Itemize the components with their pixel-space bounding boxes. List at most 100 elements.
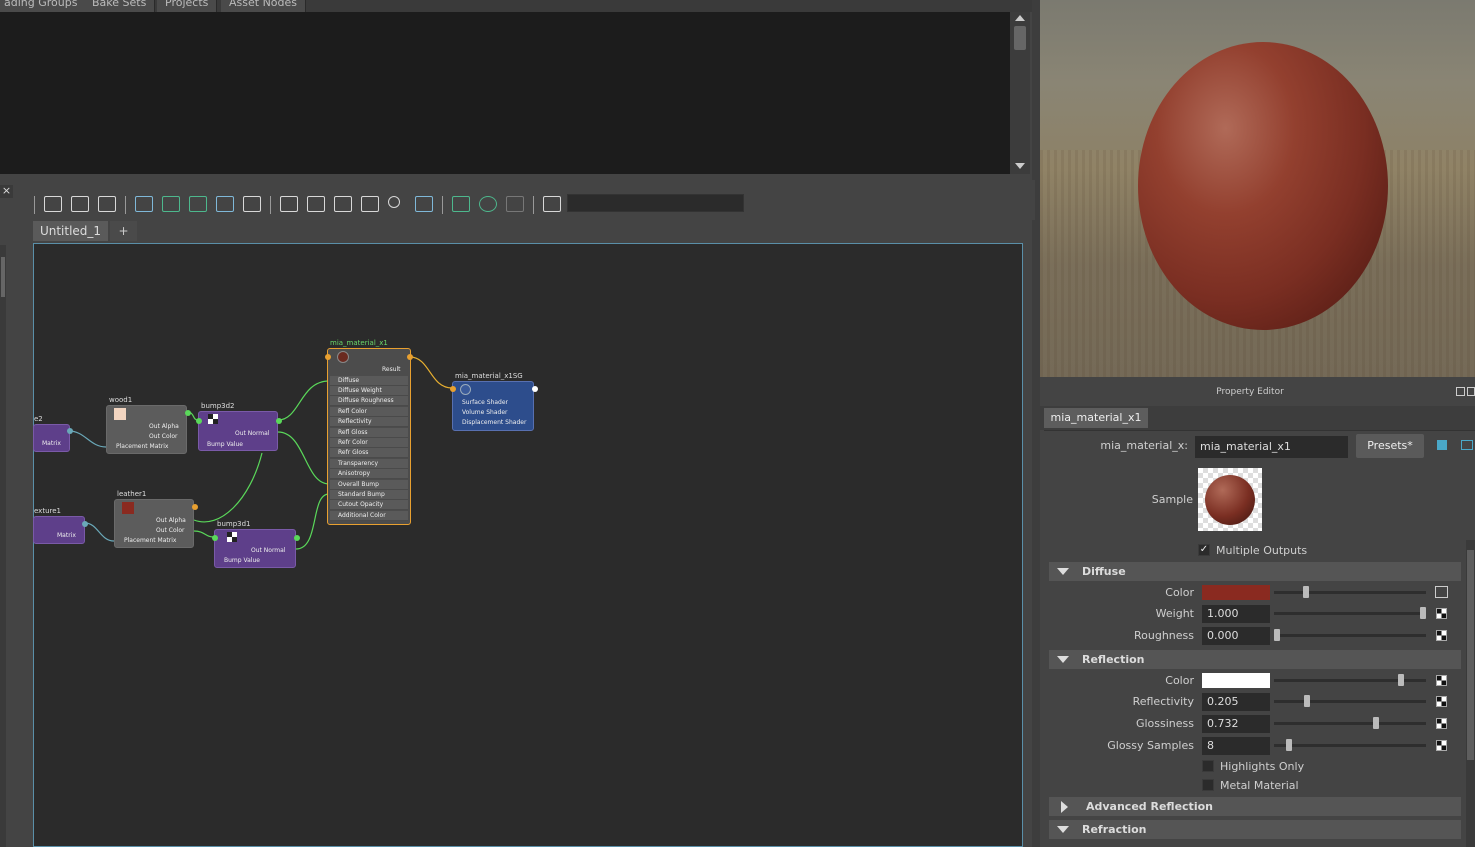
wood-swatch	[114, 408, 126, 420]
input-port[interactable]	[325, 354, 331, 360]
multiple-outputs-checkbox[interactable]: ✓	[1198, 544, 1210, 556]
custom-mode-icon[interactable]	[361, 196, 379, 212]
mia-material-node[interactable]: mia_material_x1 Result Diffuse Diffuse W…	[325, 339, 413, 525]
slider-knob[interactable]	[1274, 629, 1280, 641]
swatch-toggle-icon[interactable]	[415, 196, 433, 212]
grid-icon[interactable]	[452, 196, 470, 212]
material-swatch	[337, 351, 349, 363]
diffuse-weight-slider[interactable]	[1274, 612, 1426, 615]
output-port[interactable]	[82, 521, 88, 527]
input-connections-icon[interactable]	[44, 196, 62, 212]
presets-button[interactable]: Presets*	[1356, 434, 1424, 458]
tab-shading-groups[interactable]: ading Groups	[0, 0, 87, 12]
scroll-down-icon[interactable]	[1015, 163, 1025, 169]
tab-mia-material-x1[interactable]: mia_material_x1	[1044, 408, 1148, 428]
map-texture-icon[interactable]	[1436, 630, 1447, 641]
reflectivity-slider[interactable]	[1274, 700, 1426, 703]
tab-untitled-1[interactable]: Untitled_1	[33, 221, 108, 241]
property-editor-scrollbar[interactable]	[1466, 540, 1475, 847]
glossy-samples-slider[interactable]	[1274, 744, 1426, 747]
float-panel-icon[interactable]	[1456, 387, 1465, 396]
wood1-node[interactable]: wood1 Out Alpha Out Color Placement Matr…	[106, 396, 191, 454]
scroll-thumb[interactable]	[1014, 26, 1026, 50]
input-port[interactable]	[450, 386, 456, 392]
input-port[interactable]	[196, 418, 202, 424]
scroll-thumb[interactable]	[1467, 550, 1474, 760]
section-advanced-reflection[interactable]: Advanced Reflection	[1049, 797, 1461, 816]
toolbar-divider	[533, 196, 534, 214]
left-scrollbar[interactable]	[0, 245, 6, 847]
input-port[interactable]	[212, 535, 218, 541]
diffuse-roughness-slider[interactable]	[1274, 634, 1426, 637]
focus-output-icon[interactable]	[1461, 440, 1473, 450]
section-refraction[interactable]: Refraction	[1049, 820, 1461, 839]
output-port[interactable]	[532, 386, 538, 392]
search-icon[interactable]	[388, 196, 400, 208]
slider-knob[interactable]	[1303, 695, 1310, 707]
map-texture-icon[interactable]	[1436, 696, 1447, 707]
node-search-field[interactable]	[567, 194, 744, 212]
panel-options-icon[interactable]	[1467, 387, 1475, 396]
scroll-up-icon[interactable]	[1015, 15, 1025, 21]
bump3d1-node[interactable]: bump3d1 Out Normal Bump Value	[212, 520, 300, 568]
place2d-texture-node-a[interactable]: e2 Matrix	[33, 415, 73, 452]
section-diffuse[interactable]: Diffuse	[1049, 562, 1461, 581]
section-reflection[interactable]: Reflection	[1049, 650, 1461, 669]
input-output-connections-icon[interactable]	[71, 196, 89, 212]
tab-asset-nodes[interactable]: Asset Nodes	[221, 0, 307, 12]
glossy-samples-field[interactable]: 8	[1202, 737, 1270, 755]
camera-icon[interactable]	[506, 196, 524, 212]
node-name-field[interactable]: mia_material_x1	[1195, 436, 1348, 458]
diffuse-weight-field[interactable]: 1.000	[1202, 605, 1270, 623]
snap-icon[interactable]	[479, 196, 497, 212]
reflection-color-swatch[interactable]	[1202, 673, 1270, 688]
focus-input-icon[interactable]	[1437, 440, 1447, 450]
list-scrollbar[interactable]	[1010, 12, 1030, 174]
tab-bake-sets[interactable]: Bake Sets	[84, 0, 156, 12]
frame-all-icon[interactable]	[135, 196, 153, 212]
highlights-only-checkbox[interactable]	[1202, 760, 1214, 772]
output-port[interactable]	[294, 535, 300, 541]
clear-graph-icon[interactable]	[243, 196, 261, 212]
map-texture-icon[interactable]	[1436, 718, 1447, 729]
slider-knob[interactable]	[1420, 607, 1426, 619]
glossiness-slider[interactable]	[1274, 722, 1426, 725]
glossiness-field[interactable]: 0.732	[1202, 715, 1270, 733]
panel-splitter[interactable]	[1032, 0, 1040, 847]
map-texture-icon[interactable]	[1436, 675, 1447, 686]
remove-selected-icon[interactable]	[189, 196, 207, 212]
place2d-texture-node-b[interactable]: exture1 Matrix	[33, 507, 88, 544]
output-connections-icon[interactable]	[98, 196, 116, 212]
material-sample[interactable]	[1198, 468, 1262, 531]
tab-projects[interactable]: Projects	[157, 0, 218, 12]
close-icon[interactable]: ×	[0, 185, 13, 198]
diffuse-color-swatch[interactable]	[1202, 585, 1270, 600]
map-texture-icon[interactable]	[1436, 608, 1447, 619]
reflectivity-field[interactable]: 0.205	[1202, 693, 1270, 711]
full-mode-icon[interactable]	[334, 196, 352, 212]
slider-knob[interactable]	[1285, 739, 1292, 751]
diffuse-roughness-field[interactable]: 0.000	[1202, 627, 1270, 645]
bump3d2-node[interactable]: bump3d2 Out Normal Bump Value	[196, 402, 282, 451]
slider-knob[interactable]	[1303, 586, 1310, 598]
add-tab-button[interactable]: +	[110, 221, 137, 241]
simple-mode-icon[interactable]	[280, 196, 298, 212]
output-port[interactable]	[185, 410, 191, 416]
diffuse-color-slider[interactable]	[1274, 591, 1426, 594]
pin-icon[interactable]	[543, 196, 561, 212]
slider-knob[interactable]	[1398, 674, 1405, 686]
leather1-node[interactable]: leather1 Out Alpha Out Color Placement M…	[114, 490, 198, 548]
output-port[interactable]	[276, 418, 282, 424]
reflectivity-label: Reflectivity	[1132, 695, 1194, 708]
map-texture-icon[interactable]	[1436, 740, 1447, 751]
output-port[interactable]	[407, 354, 413, 360]
slider-knob[interactable]	[1373, 717, 1380, 729]
metal-material-checkbox[interactable]	[1202, 779, 1214, 791]
connected-map-icon[interactable]	[1435, 586, 1448, 598]
output-port[interactable]	[67, 428, 73, 434]
graph-layout-icon[interactable]	[216, 196, 234, 212]
add-selected-icon[interactable]	[162, 196, 180, 212]
connected-mode-icon[interactable]	[307, 196, 325, 212]
output-port[interactable]	[192, 504, 198, 510]
shading-group-node[interactable]: mia_material_x1SG Surface Shader Volume …	[450, 372, 538, 431]
